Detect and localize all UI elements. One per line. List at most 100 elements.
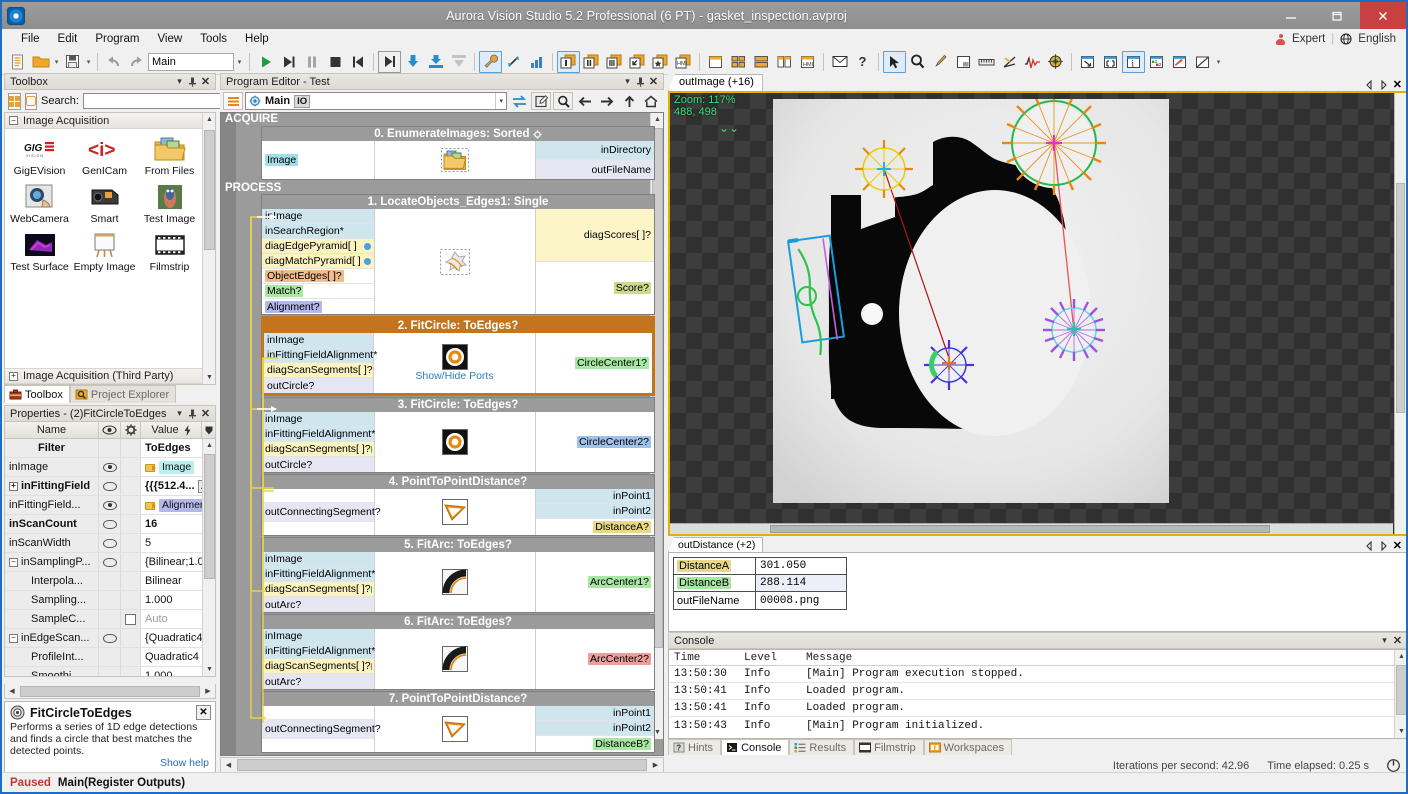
prop-eye-cell[interactable] (99, 648, 121, 666)
table-row[interactable]: Interpola... Bilinear (5, 572, 215, 591)
table-row[interactable]: Sampling... 1.000 (5, 591, 215, 610)
diagonal-dropdown[interactable]: ▾ (1214, 51, 1223, 73)
port[interactable]: inSearchRegion* (262, 224, 374, 239)
eyedropper-icon[interactable] (929, 51, 952, 73)
port[interactable]: inPoint2 (536, 721, 654, 736)
tool-test-image[interactable]: Test Image (137, 181, 202, 225)
language-label[interactable]: English (1358, 33, 1396, 45)
profile-icon[interactable] (1021, 51, 1044, 73)
menu-edit[interactable]: Edit (49, 31, 87, 47)
prop-gear-cell[interactable] (121, 515, 141, 533)
table-row[interactable]: inFittingField... Alignment (5, 496, 215, 515)
prop-eye-cell[interactable] (99, 667, 121, 676)
step-out-icon[interactable] (447, 51, 470, 73)
port[interactable]: DistanceB? (536, 736, 654, 751)
table-row[interactable]: outFileName 00008.png (674, 592, 846, 609)
tool-from-files[interactable]: From Files (137, 133, 202, 177)
port[interactable]: ArcCenter2? (536, 651, 654, 667)
prop-eye-cell[interactable] (99, 458, 121, 476)
results-close-icon[interactable]: ✕ (1393, 539, 1402, 552)
program-editor-menu-icon[interactable]: ▾ (621, 75, 634, 89)
edit-icon[interactable] (531, 92, 551, 110)
properties-close-icon[interactable]: ✕ (199, 407, 212, 421)
save-dropdown[interactable]: ▾ (84, 51, 93, 73)
toolbox-group-third-party[interactable]: + Image Acquisition (Third Party) (5, 368, 202, 384)
collapse-icon[interactable]: − (9, 116, 18, 125)
step-into-icon[interactable] (401, 51, 424, 73)
view-list-button[interactable] (25, 92, 37, 110)
image-view-canvas[interactable]: Zoom: 117% 488, 498 ⌄⌄ (668, 91, 1406, 536)
table-row[interactable]: 13:50:43 Info [Main] Program initialized… (669, 717, 1406, 734)
port[interactable]: inImage (262, 209, 374, 224)
table-row[interactable]: SampleC... Auto (5, 610, 215, 629)
tool-gigevision[interactable]: GIG V I S I O N GigEVision (7, 133, 72, 177)
node-point-distance-2[interactable]: 7. PointToPointDistance? outConnectingSe… (261, 691, 655, 753)
prop-gear-cell[interactable] (121, 439, 141, 457)
tab-out-distance[interactable]: outDistance (+2) (668, 537, 764, 552)
program-combo-arrow[interactable]: ▾ (234, 53, 245, 71)
port[interactable]: outConnectingSegment? (262, 502, 381, 522)
prop-eye-cell[interactable] (99, 610, 121, 628)
collapse-icon[interactable]: − (9, 557, 18, 567)
layout-4-icon[interactable] (626, 51, 649, 73)
port[interactable]: inImage (264, 333, 373, 348)
layout-hmi-icon[interactable]: HMI (672, 51, 695, 73)
angle-icon[interactable] (998, 51, 1021, 73)
find-icon[interactable] (553, 92, 573, 110)
help-icon[interactable]: ? (851, 51, 874, 73)
menu-view[interactable]: View (148, 31, 191, 47)
scroll-down-arrow[interactable]: ▼ (1395, 725, 1406, 738)
prop-eye-cell[interactable] (99, 591, 121, 609)
port[interactable]: Score? (536, 262, 654, 314)
scroll-thumb[interactable] (237, 759, 647, 771)
tab-toolbox[interactable]: Toolbox (4, 385, 70, 403)
back-arrow-icon[interactable] (575, 92, 595, 110)
view-grid-icon[interactable] (727, 51, 750, 73)
user-role-label[interactable]: Expert (1292, 33, 1325, 45)
tab-out-image[interactable]: outImage (+16) (668, 74, 763, 91)
open-folder-icon[interactable] (29, 51, 52, 73)
menu-hamburger-icon[interactable] (223, 92, 243, 110)
view-tiles-button[interactable] (8, 92, 21, 110)
node-locate-objects[interactable]: 1. LocateObjects_Edges1: Single inImage … (261, 194, 655, 315)
program-combo[interactable]: Main (148, 52, 234, 71)
table-row[interactable]: inImage Image (5, 458, 215, 477)
step-down-icon[interactable] (424, 51, 447, 73)
prop-eye-cell[interactable] (99, 496, 121, 514)
node-fit-circle-1[interactable]: 2. FitCircle: ToEdges? inImage inFitting… (261, 316, 655, 396)
statistics-icon[interactable] (525, 51, 548, 73)
menu-program[interactable]: Program (86, 31, 148, 47)
tool-empty-image[interactable]: Empty Image (72, 229, 137, 273)
table-row[interactable]: inScanCount 16 (5, 515, 215, 534)
step-over-icon[interactable] (277, 51, 300, 73)
port[interactable]: inImage (262, 552, 374, 567)
prop-gear-cell[interactable] (121, 477, 141, 495)
layout-2-icon[interactable] (580, 51, 603, 73)
port[interactable]: diagScanSegments[ ]? (262, 659, 374, 674)
layout-1-icon[interactable] (557, 50, 580, 73)
fit-icon[interactable] (1076, 51, 1099, 73)
table-row[interactable]: inScanWidth 5 (5, 534, 215, 553)
scroll-up-arrow[interactable]: ▲ (203, 439, 215, 452)
table-row[interactable]: 13:50:30 Info [Main] Program execution s… (669, 666, 1406, 683)
console-vscrollbar[interactable]: ▲ ▼ (1394, 650, 1406, 738)
view-rows-icon[interactable] (750, 51, 773, 73)
table-row[interactable]: DistanceB 288.114 (674, 575, 846, 592)
toolbox-pin-icon[interactable] (186, 75, 199, 89)
table-row[interactable]: Smoothi... 1.000 (5, 667, 215, 676)
table-row[interactable]: − inEdgeScan... {Quadratic4;... (5, 629, 215, 648)
scroll-down-arrow[interactable]: ▼ (203, 663, 215, 676)
port[interactable]: inPoint2 (536, 504, 654, 519)
tab-hints[interactable]: ? Hints (668, 739, 722, 755)
marker-icon[interactable] (1168, 51, 1191, 73)
scroll-down-arrow[interactable]: ▼ (203, 371, 215, 384)
prop-gear-cell[interactable] (121, 591, 141, 609)
image-view-close-icon[interactable]: ✕ (1393, 78, 1402, 91)
table-row[interactable]: − inSamplingP... {Bilinear;1.00.. (5, 553, 215, 572)
gear-icon[interactable] (532, 130, 542, 139)
port[interactable]: inPoint1 (536, 706, 654, 721)
toolbox-group-image-acquisition[interactable]: − Image Acquisition (5, 113, 215, 129)
scroll-thumb[interactable] (204, 130, 215, 250)
prop-gear-cell[interactable] (121, 534, 141, 552)
prop-eye-cell[interactable] (99, 553, 121, 571)
